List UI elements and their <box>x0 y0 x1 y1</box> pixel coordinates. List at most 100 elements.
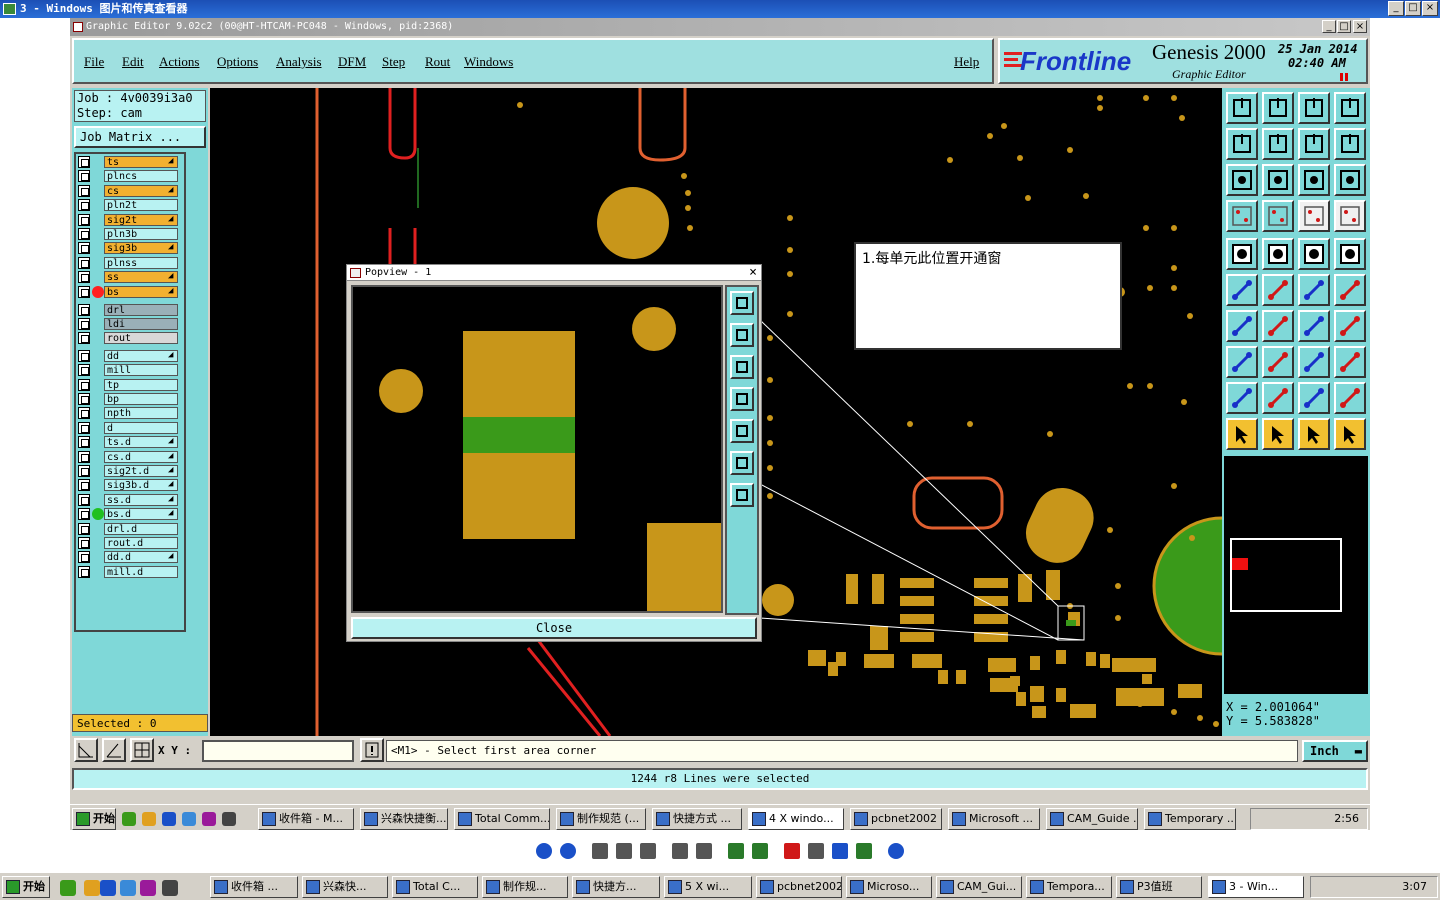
inner-start-button[interactable]: 开始 <box>72 808 116 830</box>
next-image-icon[interactable] <box>560 843 576 859</box>
outer-task-3[interactable]: 制作规... <box>482 876 568 898</box>
popview-close-x-button[interactable]: × <box>749 265 757 281</box>
layer-checkbox[interactable] <box>78 393 90 405</box>
layer-name[interactable]: rout <box>104 332 178 345</box>
layer-row-d[interactable]: d <box>78 421 182 435</box>
angle-tool-button[interactable] <box>102 738 126 762</box>
select-net-button[interactable] <box>1334 418 1366 450</box>
inner-task-6[interactable]: pcbnet2002 <box>850 808 942 830</box>
pv-zoom-in-button[interactable] <box>730 323 754 347</box>
layer-checkbox[interactable] <box>78 565 90 578</box>
layer-checkbox[interactable] <box>78 256 90 269</box>
layer-name[interactable]: dd <box>104 349 178 362</box>
layer-checkbox[interactable] <box>78 551 90 564</box>
layer-row-sig3b-d[interactable]: sig3b.d ◢ <box>78 479 182 492</box>
delete-icon[interactable] <box>784 843 800 859</box>
prev-image-icon[interactable] <box>536 843 552 859</box>
layer-name[interactable]: bs <box>104 285 178 298</box>
mirror-button[interactable] <box>1334 310 1366 342</box>
layer-name[interactable]: ss.d <box>104 493 178 506</box>
zoom-in-icon[interactable] <box>672 843 688 859</box>
inner-task-8[interactable]: CAM_Guide ... <box>1046 808 1138 830</box>
layer-row-dd-d[interactable]: dd.d ◢ <box>78 551 182 564</box>
save-step-button[interactable] <box>1262 92 1294 124</box>
layer-checkbox[interactable] <box>78 285 90 298</box>
unit-selector[interactable]: Inch ▬ <box>1302 740 1368 762</box>
pad-select-button[interactable] <box>1226 238 1258 270</box>
rotate-ccw-icon[interactable] <box>752 843 768 859</box>
layer-checkbox[interactable] <box>78 407 90 420</box>
alert-button[interactable] <box>360 738 384 762</box>
zoom-in-button[interactable] <box>1298 128 1330 160</box>
layer-checkbox[interactable] <box>78 436 90 449</box>
layer-checkbox[interactable] <box>78 318 90 330</box>
layout-button[interactable] <box>1334 92 1366 124</box>
edit-icon[interactable] <box>856 843 872 859</box>
layer-row-ts-d[interactable]: ts.d ◢ <box>78 436 182 449</box>
layer-checkbox[interactable] <box>78 228 90 240</box>
actual-size-icon[interactable] <box>616 843 632 859</box>
connect-button[interactable] <box>1334 274 1366 306</box>
snap-button[interactable] <box>1334 128 1366 160</box>
layer-name[interactable]: drl <box>104 303 178 316</box>
layer-checkbox[interactable] <box>78 184 90 197</box>
layer-checkbox[interactable] <box>78 349 90 362</box>
layer-name[interactable]: bp <box>104 393 178 405</box>
text-button[interactable] <box>1262 382 1294 414</box>
inner-task-3[interactable]: 制作规范 (... <box>556 808 646 830</box>
layer-checkbox[interactable] <box>78 493 90 506</box>
outer-maximize-button[interactable]: □ <box>1405 1 1421 16</box>
help-icon[interactable] <box>888 843 904 859</box>
quick-launch-icon[interactable] <box>100 880 116 896</box>
print-icon[interactable] <box>808 843 824 859</box>
layer-name[interactable]: rout.d <box>104 537 178 549</box>
help-button[interactable] <box>1334 164 1366 196</box>
layer-name[interactable]: sig3b <box>104 242 178 255</box>
layer-name[interactable]: pln2t <box>104 199 178 212</box>
pv-zoom-out-button[interactable] <box>730 355 754 379</box>
measure-button[interactable] <box>1226 200 1258 232</box>
inner-task-1[interactable]: 兴森快捷衡... <box>360 808 448 830</box>
layer-checkbox[interactable] <box>78 271 90 284</box>
quick-launch-icon[interactable] <box>182 812 196 826</box>
layer-row-dd[interactable]: dd ◢ <box>78 349 182 363</box>
zoom-prev-button[interactable] <box>1226 128 1258 160</box>
layer-name[interactable]: ts.d <box>104 436 178 449</box>
inner-task-4[interactable]: 快捷方式 ... <box>652 808 742 830</box>
quick-launch-icon[interactable] <box>60 880 76 896</box>
group-button[interactable] <box>1334 346 1366 378</box>
pv-expand-button[interactable] <box>730 451 754 475</box>
menu-step[interactable]: Step <box>382 54 405 70</box>
outer-task-1[interactable]: 兴森快... <box>302 876 388 898</box>
layer-row-mill[interactable]: mill <box>78 364 182 377</box>
polygon-button[interactable] <box>1298 382 1330 414</box>
xy-input[interactable] <box>202 740 354 762</box>
outer-close-button[interactable]: × <box>1422 1 1438 16</box>
layer-checkbox[interactable] <box>78 170 90 183</box>
app-minimize-button[interactable]: _ <box>1322 20 1336 33</box>
layer-name[interactable]: ss <box>104 271 178 284</box>
layer-checkbox[interactable] <box>78 156 90 168</box>
open-step-button[interactable] <box>1226 92 1258 124</box>
layer-row-drl-d[interactable]: drl.d <box>78 522 182 536</box>
outer-minimize-button[interactable]: _ <box>1388 1 1404 16</box>
layer-name[interactable]: plnss <box>104 256 178 269</box>
layer-checkbox[interactable] <box>78 364 90 377</box>
outer-task-4[interactable]: 快捷方... <box>572 876 660 898</box>
inner-task-7[interactable]: Microsoft ... <box>948 808 1040 830</box>
copy-button[interactable] <box>1226 346 1258 378</box>
layer-row-ts[interactable]: ts ◢ <box>78 156 182 169</box>
delete-line-button[interactable] <box>1262 346 1294 378</box>
measure-tool-button[interactable] <box>74 738 98 762</box>
layer-row-ss[interactable]: ss ◢ <box>78 271 182 284</box>
layer-row-plncs[interactable]: plncs <box>78 170 182 183</box>
layer-name[interactable]: pln3b <box>104 228 178 240</box>
layer-row-sig2t-d[interactable]: sig2t.d ◢ <box>78 465 182 478</box>
quick-launch-icon[interactable] <box>140 880 156 896</box>
outer-task-0[interactable]: 收件箱 ... <box>210 876 298 898</box>
layer-checkbox[interactable] <box>78 465 90 477</box>
fit-button[interactable] <box>1226 164 1258 196</box>
layer-row-pln2t[interactable]: pln2t <box>78 199 182 212</box>
pv-pan-right-button[interactable] <box>730 419 754 443</box>
popview-close-button[interactable]: Close <box>351 617 757 639</box>
